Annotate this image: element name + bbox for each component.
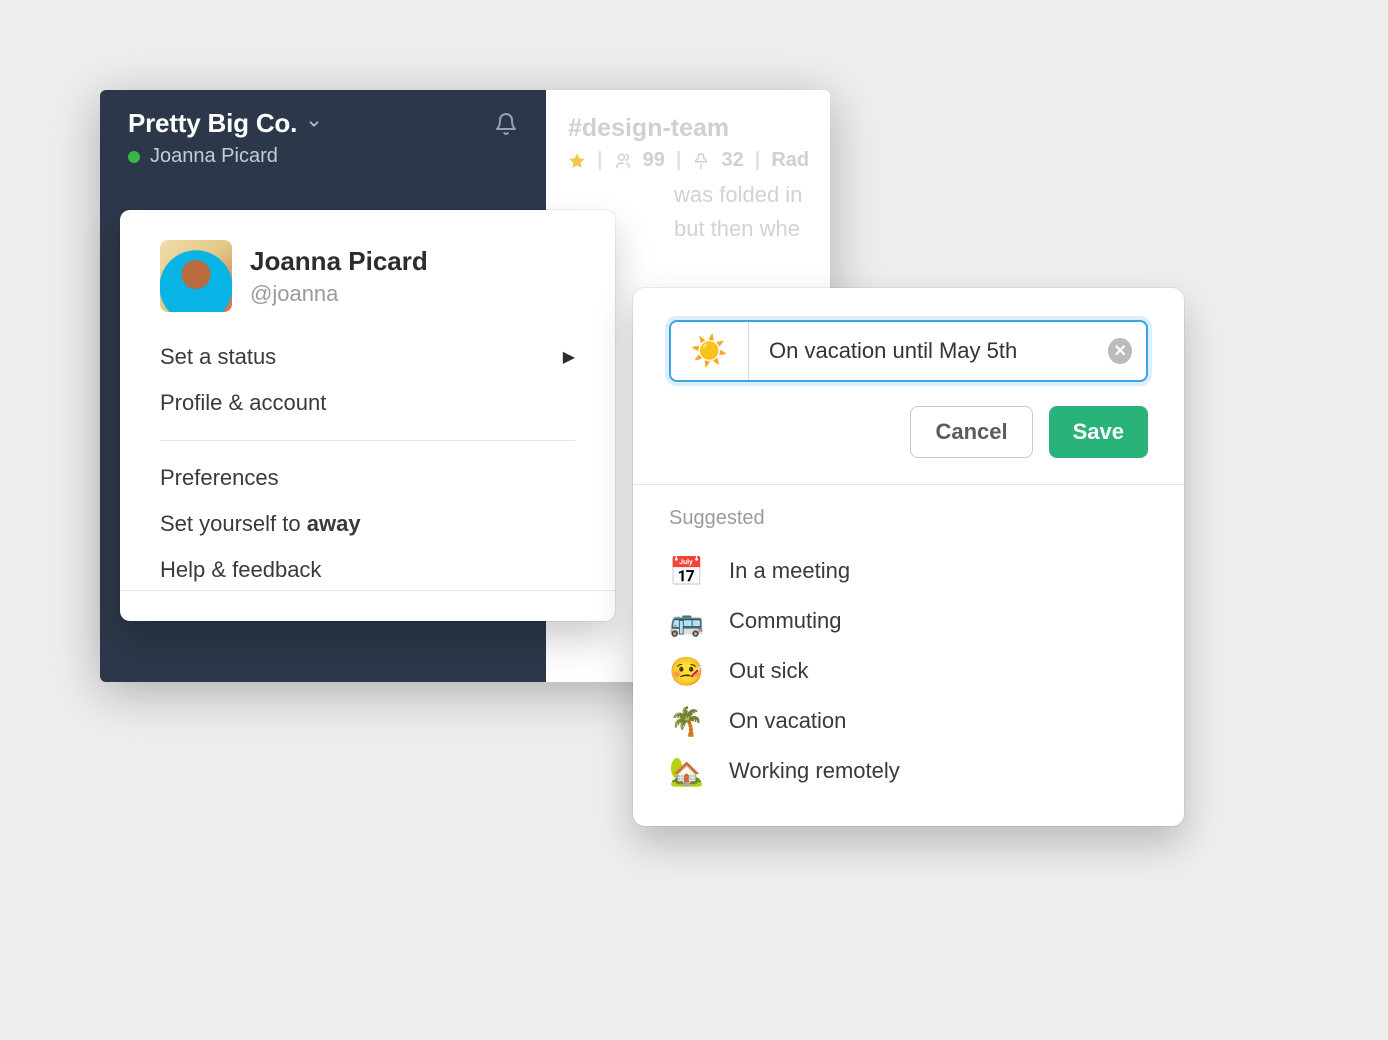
- menu-item-preferences[interactable]: Preferences: [160, 455, 575, 501]
- message-line: but then whe: [674, 212, 808, 246]
- button-label: Cancel: [935, 419, 1007, 445]
- pin-icon: [692, 152, 710, 170]
- suggestion-commuting[interactable]: 🚌 Commuting: [669, 596, 1148, 646]
- house-icon: 🏡: [669, 755, 703, 788]
- menu-user-name: Joanna Picard: [250, 245, 428, 278]
- menu-item-set-away[interactable]: Set yourself to away: [160, 501, 575, 547]
- bus-icon: 🚌: [669, 605, 703, 638]
- suggestion-label: On vacation: [729, 708, 846, 734]
- suggestion-out-sick[interactable]: 🤒 Out sick: [669, 646, 1148, 696]
- menu-item-label: Preferences: [160, 465, 279, 491]
- suggested-label: Suggested: [669, 507, 1148, 530]
- calendar-icon: 📅: [669, 555, 703, 588]
- members-icon: [614, 152, 632, 170]
- workspace-header[interactable]: Pretty Big Co. Joanna Picard: [100, 90, 546, 182]
- suggestion-label: Commuting: [729, 608, 841, 634]
- clear-button[interactable]: ✕: [1108, 338, 1132, 364]
- button-label: Save: [1073, 419, 1124, 445]
- suggestion-label: Working remotely: [729, 758, 900, 784]
- status-emoji-picker[interactable]: ☀️: [671, 322, 749, 380]
- status-dialog: ☀️ ✕ Cancel Save Suggested 📅 In a meetin…: [633, 288, 1184, 826]
- menu-item-profile[interactable]: Profile & account: [160, 380, 575, 426]
- status-input-row: ☀️ ✕: [669, 320, 1148, 382]
- menu-item-label: Help & feedback: [160, 557, 321, 583]
- close-icon: ✕: [1114, 341, 1127, 361]
- sidebar-user[interactable]: Joanna Picard: [128, 145, 518, 168]
- menu-item-label: Set a status: [160, 344, 276, 370]
- menu-user-header: Joanna Picard @joanna: [120, 240, 615, 334]
- divider: |: [597, 149, 603, 172]
- divider: |: [755, 149, 761, 172]
- channel-meta: | 99 | 32 | Rad: [568, 149, 808, 172]
- suggestion-working-remotely[interactable]: 🏡 Working remotely: [669, 746, 1148, 796]
- menu-item-label: Set yourself to away: [160, 511, 361, 537]
- chevron-right-icon: ▶: [563, 347, 575, 367]
- sidebar-user-name: Joanna Picard: [150, 145, 278, 168]
- menu-item-set-status[interactable]: Set a status ▶: [160, 334, 575, 380]
- divider: |: [676, 149, 682, 172]
- sun-icon: ☀️: [691, 334, 728, 369]
- profile-menu: Joanna Picard @joanna Set a status ▶ Pro…: [120, 210, 615, 621]
- save-button[interactable]: Save: [1049, 406, 1148, 458]
- bell-icon[interactable]: [494, 112, 518, 136]
- menu-separator: [120, 590, 615, 591]
- presence-dot-icon: [128, 151, 140, 163]
- suggestion-label: In a meeting: [729, 558, 850, 584]
- menu-separator: [160, 440, 575, 441]
- sick-face-icon: 🤒: [669, 655, 703, 688]
- channel-topic-fragment: Rad: [771, 149, 808, 172]
- message-line: was folded in: [674, 178, 808, 212]
- palm-tree-icon: 🌴: [669, 705, 703, 738]
- pinned-count: 32: [721, 149, 743, 172]
- menu-item-help[interactable]: Help & feedback: [160, 547, 575, 593]
- cancel-button[interactable]: Cancel: [910, 406, 1032, 458]
- avatar: [160, 240, 232, 312]
- suggestion-on-vacation[interactable]: 🌴 On vacation: [669, 696, 1148, 746]
- suggestion-in-a-meeting[interactable]: 📅 In a meeting: [669, 546, 1148, 596]
- channel-header: #design-team | 99 | 32 | Rad: [568, 114, 808, 172]
- channel-name: #design-team: [568, 114, 808, 143]
- chevron-down-icon: [307, 117, 321, 131]
- menu-item-label: Profile & account: [160, 390, 326, 416]
- suggested-section: Suggested 📅 In a meeting 🚌 Commuting 🤒 O…: [633, 485, 1184, 826]
- workspace-name: Pretty Big Co.: [128, 108, 297, 139]
- menu-user-handle: @joanna: [250, 280, 428, 308]
- suggestion-label: Out sick: [729, 658, 808, 684]
- status-text-input[interactable]: [769, 338, 1098, 364]
- star-icon[interactable]: [568, 152, 586, 170]
- members-count: 99: [643, 149, 665, 172]
